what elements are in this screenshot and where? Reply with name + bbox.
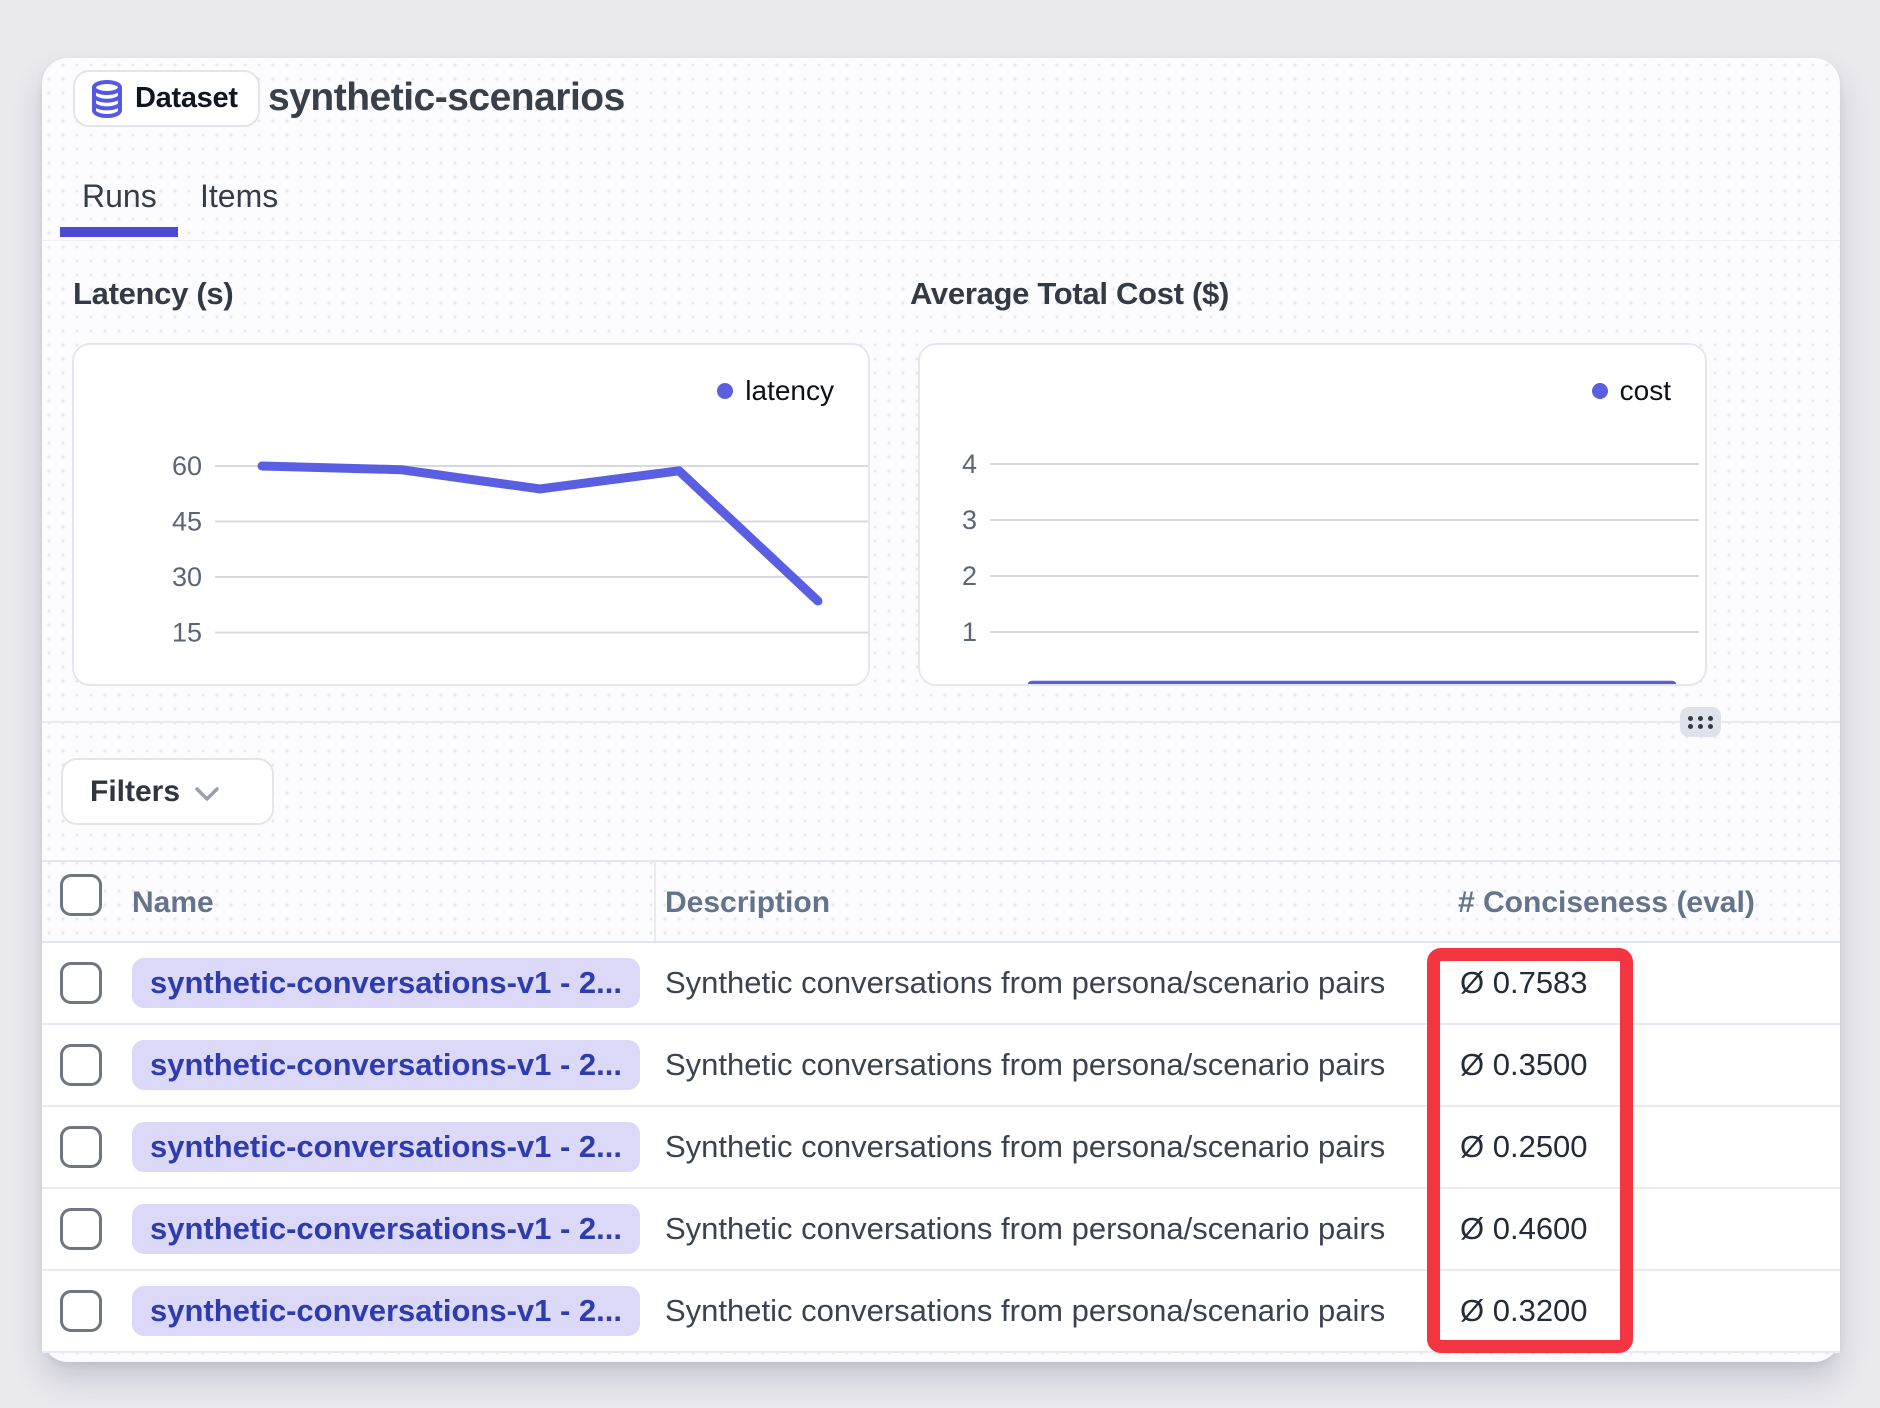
cost-chart-card: 1 2 3 4 cost [918, 343, 1707, 686]
latency-legend-dot-icon [717, 383, 733, 399]
svg-text:4: 4 [962, 449, 977, 479]
cost-chart-title: Average Total Cost ($) [910, 276, 1229, 312]
row-checkbox[interactable] [60, 1208, 102, 1250]
latency-chart-card: 15 30 45 60 latency [72, 343, 870, 686]
conciseness-value: Ø 0.4600 [1460, 1189, 1588, 1269]
filters-button-label: Filters [90, 775, 180, 809]
dataset-badge-label: Dataset [135, 82, 238, 115]
cost-legend-label: cost [1620, 375, 1671, 407]
run-name-link[interactable]: synthetic-conversations-v1 - 2... [132, 958, 640, 1008]
run-name-link[interactable]: synthetic-conversations-v1 - 2... [132, 1040, 640, 1090]
svg-text:30: 30 [172, 562, 202, 592]
active-tab-indicator [60, 227, 178, 237]
column-header-conciseness[interactable]: # Conciseness (eval) [1458, 886, 1755, 920]
chevron-down-icon [194, 786, 220, 802]
tab-bar: Runs Items [42, 176, 1840, 241]
screen: { "header": { "badge_label": "Dataset", … [0, 0, 1880, 1408]
conciseness-value: Ø 0.3200 [1460, 1271, 1588, 1351]
run-description: Synthetic conversations from persona/sce… [665, 1025, 1385, 1105]
run-name-link[interactable]: synthetic-conversations-v1 - 2... [132, 1122, 640, 1172]
tab-runs[interactable]: Runs [82, 178, 157, 215]
latency-chart-title: Latency (s) [73, 276, 233, 312]
latency-legend: latency [717, 375, 834, 407]
table-row-3[interactable]: synthetic-conversations-v1 - 2... Synthe… [42, 1107, 1840, 1189]
page-title: synthetic-scenarios [268, 76, 625, 120]
table-header: Name Description # Conciseness (eval) [42, 860, 1840, 943]
table-row-1[interactable]: synthetic-conversations-v1 - 2... Synthe… [42, 943, 1840, 1025]
table-row-4[interactable]: synthetic-conversations-v1 - 2... Synthe… [42, 1189, 1840, 1271]
run-description: Synthetic conversations from persona/sce… [665, 943, 1385, 1023]
svg-text:3: 3 [962, 505, 977, 535]
runs-table: Name Description # Conciseness (eval) sy… [42, 860, 1840, 1362]
panel-resize-handle[interactable] [1680, 707, 1721, 737]
svg-text:15: 15 [172, 618, 202, 648]
cost-legend-dot-icon [1592, 383, 1608, 399]
cost-line-chart: 1 2 3 4 [920, 345, 1707, 686]
conciseness-value: Ø 0.3500 [1460, 1025, 1588, 1105]
filters-button[interactable]: Filters [61, 758, 274, 825]
run-name-link[interactable]: synthetic-conversations-v1 - 2... [132, 1204, 640, 1254]
table-row-5[interactable]: synthetic-conversations-v1 - 2... Synthe… [42, 1271, 1840, 1353]
dataset-badge: Dataset [73, 70, 260, 127]
row-checkbox[interactable] [60, 1290, 102, 1332]
database-icon [89, 79, 125, 119]
svg-text:45: 45 [172, 507, 202, 537]
run-name-link[interactable]: synthetic-conversations-v1 - 2... [132, 1286, 640, 1336]
charts-table-divider [42, 721, 1840, 723]
select-all-checkbox[interactable] [60, 874, 102, 916]
run-description: Synthetic conversations from persona/sce… [665, 1107, 1385, 1187]
conciseness-value: Ø 0.7583 [1460, 943, 1588, 1023]
run-description: Synthetic conversations from persona/sce… [665, 1271, 1385, 1351]
row-checkbox[interactable] [60, 1126, 102, 1168]
grip-dots-icon [1688, 716, 1713, 729]
cost-legend: cost [1592, 375, 1671, 407]
tab-items[interactable]: Items [200, 178, 278, 215]
svg-text:1: 1 [962, 617, 977, 647]
row-checkbox[interactable] [60, 962, 102, 1004]
column-header-description[interactable]: Description [665, 886, 830, 920]
run-description: Synthetic conversations from persona/sce… [665, 1189, 1385, 1269]
svg-text:60: 60 [172, 451, 202, 481]
column-header-name[interactable]: Name [132, 886, 214, 920]
table-row-2[interactable]: synthetic-conversations-v1 - 2... Synthe… [42, 1025, 1840, 1107]
row-checkbox[interactable] [60, 1044, 102, 1086]
main-card: Dataset synthetic-scenarios Runs Items L… [42, 58, 1840, 1362]
latency-legend-label: latency [745, 375, 834, 407]
conciseness-value: Ø 0.2500 [1460, 1107, 1588, 1187]
table-body: synthetic-conversations-v1 - 2... Synthe… [42, 943, 1840, 1353]
svg-text:2: 2 [962, 561, 977, 591]
